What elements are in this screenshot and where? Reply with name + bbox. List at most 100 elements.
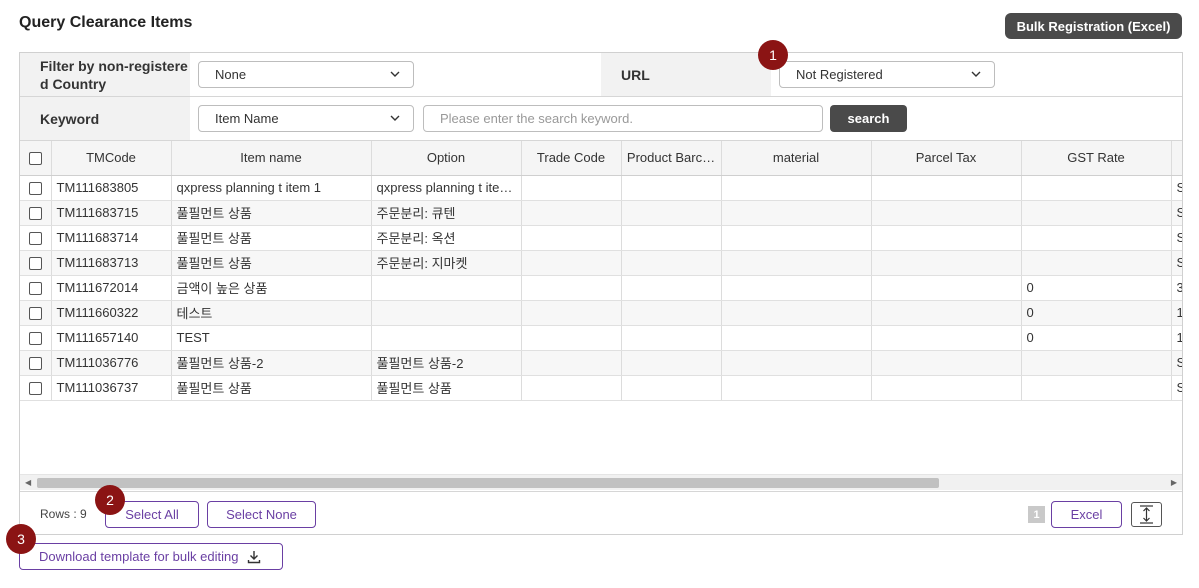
url-select-value: Not Registered xyxy=(796,67,883,82)
table-row[interactable]: TM111683805 qxpress planning t item 1 qxpr… xyxy=(20,175,1182,201)
column-header-more xyxy=(1171,141,1182,176)
cell-item-name: TEST xyxy=(171,325,372,351)
keyword-field-select[interactable]: Item Name xyxy=(198,105,414,132)
table-row[interactable]: TM111657140TEST 01 xyxy=(20,325,1182,351)
row-checkbox[interactable] xyxy=(28,232,42,246)
chevron-down-icon xyxy=(971,71,981,77)
country-select[interactable]: None xyxy=(198,61,414,88)
page-title: Query Clearance Items xyxy=(19,14,193,31)
column-header-material[interactable]: material xyxy=(721,141,872,176)
annotation-marker-1: 1 xyxy=(758,40,788,70)
cell-parcel-tax xyxy=(871,300,1022,326)
keyword-field-value: Item Name xyxy=(215,111,279,126)
row-checkbox[interactable] xyxy=(28,257,42,271)
cell-material xyxy=(721,200,872,226)
row-checkbox[interactable] xyxy=(28,207,42,221)
table-row[interactable]: TM111683715풀필먼트 상품주문분리: 큐텐 S xyxy=(20,200,1182,226)
cell-option xyxy=(371,325,522,351)
table-row[interactable]: TM111036776풀필먼트 상품-2풀필먼트 상품-2S xyxy=(20,350,1182,376)
bulk-registration-button[interactable]: Bulk Registration (Excel) xyxy=(1005,13,1182,39)
cell-item-name: 풀필먼트 상품 xyxy=(171,200,372,226)
cell-tmcode: TM111036737 xyxy=(51,375,172,401)
column-header-product-barcode[interactable]: Product Barc… xyxy=(621,141,722,176)
search-button[interactable]: search xyxy=(830,105,907,132)
cell-material xyxy=(721,250,872,276)
cell-product-barcode xyxy=(621,225,722,251)
cell-parcel-tax xyxy=(871,275,1022,301)
cell-gst-rate xyxy=(1021,200,1172,226)
column-header-option[interactable]: Option xyxy=(371,141,522,176)
row-checkbox-cell[interactable] xyxy=(20,200,52,226)
column-header-trade-code[interactable]: Trade Code xyxy=(521,141,622,176)
select-none-button[interactable]: Select None xyxy=(207,501,316,528)
filter-row-keyword: Keyword Item Name Please enter the searc… xyxy=(20,97,1182,141)
horizontal-scrollbar[interactable]: ◀ ▶ xyxy=(20,474,1182,490)
cell-trade-code xyxy=(521,200,622,226)
cell-more: S xyxy=(1171,375,1182,401)
cell-tmcode: TM111683713 xyxy=(51,250,172,276)
download-template-button[interactable]: Download template for bulk editing xyxy=(19,543,283,570)
download-template-label: Download template for bulk editing xyxy=(39,549,239,564)
row-checkbox[interactable] xyxy=(28,382,42,396)
cell-gst-rate: 0 xyxy=(1021,300,1172,326)
country-select-value: None xyxy=(215,67,247,82)
cell-option: 주문분리: 큐텐 xyxy=(371,200,522,226)
cell-tmcode: TM111657140 xyxy=(51,325,172,351)
download-icon xyxy=(248,550,261,563)
excel-button[interactable]: Excel xyxy=(1051,501,1122,528)
cell-more: S xyxy=(1171,225,1182,251)
row-checkbox-cell[interactable] xyxy=(20,325,52,351)
scroll-left-icon[interactable]: ◀ xyxy=(25,478,31,487)
table-row[interactable]: TM111672014금액이 높은 상품 03 xyxy=(20,275,1182,301)
column-header-tmcode[interactable]: TMCode xyxy=(51,141,172,176)
header-checkbox[interactable] xyxy=(28,152,42,166)
cell-product-barcode xyxy=(621,325,722,351)
column-header-item-name[interactable]: Item name xyxy=(171,141,372,176)
cell-parcel-tax xyxy=(871,325,1022,351)
row-checkbox[interactable] xyxy=(28,332,42,346)
cell-parcel-tax xyxy=(871,175,1022,201)
scroll-right-icon[interactable]: ▶ xyxy=(1171,478,1177,487)
select-all-checkbox-cell[interactable] xyxy=(20,141,52,176)
cell-material xyxy=(721,175,872,201)
scrollbar-thumb[interactable] xyxy=(37,478,939,488)
cell-product-barcode xyxy=(621,300,722,326)
row-checkbox[interactable] xyxy=(28,282,42,296)
row-checkbox-cell[interactable] xyxy=(20,225,52,251)
row-checkbox[interactable] xyxy=(28,182,42,196)
table-row[interactable]: TM111683713풀필먼트 상품주문분리: 지마켓 S xyxy=(20,250,1182,276)
row-checkbox[interactable] xyxy=(28,307,42,321)
row-checkbox-cell[interactable] xyxy=(20,275,52,301)
cell-parcel-tax xyxy=(871,350,1022,376)
cell-material xyxy=(721,300,872,326)
cell-more: S xyxy=(1171,175,1182,201)
url-filter-label: URL xyxy=(601,53,771,96)
row-checkbox-cell[interactable] xyxy=(20,250,52,276)
cell-product-barcode xyxy=(621,350,722,376)
cell-product-barcode xyxy=(621,175,722,201)
cell-more: S xyxy=(1171,200,1182,226)
row-checkbox-cell[interactable] xyxy=(20,375,52,401)
table-row[interactable]: TM111683714풀필먼트 상품주문분리: 옥션 S xyxy=(20,225,1182,251)
cell-material xyxy=(721,375,872,401)
row-checkbox-cell[interactable] xyxy=(20,300,52,326)
table-row[interactable]: TM111036737풀필먼트 상품풀필먼트 상품S xyxy=(20,375,1182,401)
row-checkbox[interactable] xyxy=(28,357,42,371)
table-row[interactable]: TM111660322테스트 01 xyxy=(20,300,1182,326)
url-select[interactable]: Not Registered xyxy=(779,61,995,88)
column-header-gst-rate[interactable]: GST Rate xyxy=(1021,141,1172,176)
cell-trade-code xyxy=(521,375,622,401)
page-number[interactable]: 1 xyxy=(1028,506,1045,523)
row-checkbox-cell[interactable] xyxy=(20,350,52,376)
keyword-search-input[interactable]: Please enter the search keyword. xyxy=(423,105,823,132)
cell-gst-rate xyxy=(1021,375,1172,401)
cell-tmcode: TM111660322 xyxy=(51,300,172,326)
row-count: Rows : 9 xyxy=(40,507,87,521)
expand-height-button[interactable] xyxy=(1131,502,1162,527)
annotation-marker-2: 2 xyxy=(95,485,125,515)
column-header-parcel-tax[interactable]: Parcel Tax xyxy=(871,141,1022,176)
cell-more: 1 xyxy=(1171,300,1182,326)
row-checkbox-cell[interactable] xyxy=(20,175,52,201)
cell-more: S xyxy=(1171,250,1182,276)
cell-option: qxpress planning t ite… xyxy=(371,175,522,201)
